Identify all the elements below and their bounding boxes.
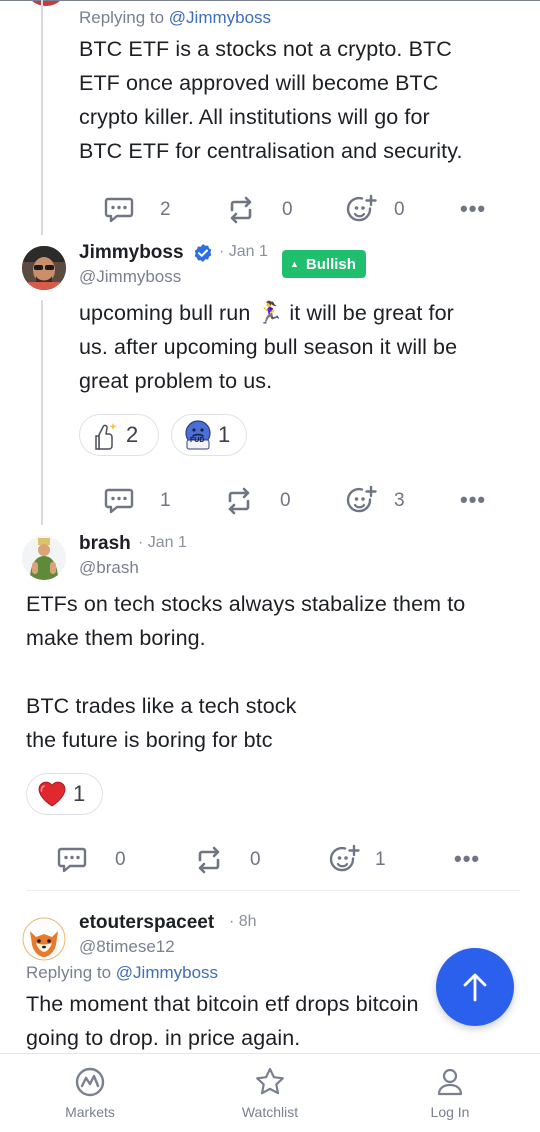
reaction-count: 3	[394, 490, 405, 511]
nav-login[interactable]: Log In	[360, 1054, 540, 1132]
repost-count: 0	[280, 490, 291, 511]
user-handle: @8timese12	[79, 937, 175, 956]
user-icon	[437, 1068, 463, 1096]
fud-label: FUD	[190, 437, 205, 444]
nav-markets[interactable]: Markets	[0, 1054, 180, 1132]
reaction-count: 1	[73, 781, 86, 806]
comment-icon	[104, 197, 134, 223]
divider	[26, 890, 520, 891]
avatar-image	[22, 917, 66, 961]
reaction-fud[interactable]: FUD 1	[171, 414, 247, 456]
bottom-nav: Markets Watchlist Log In	[0, 1053, 540, 1132]
avatar[interactable]	[22, 917, 66, 961]
verified-icon	[193, 243, 213, 268]
nav-label: Markets	[65, 1104, 115, 1120]
comment-button[interactable]: 1	[104, 487, 171, 515]
more-options-button[interactable]: •••	[460, 487, 486, 513]
avatar[interactable]	[22, 536, 66, 580]
repost-icon	[228, 487, 250, 515]
react-button[interactable]: 0	[346, 194, 405, 226]
more-options-button[interactable]: •••	[460, 196, 486, 222]
reaction-count: 2	[126, 422, 139, 447]
nav-label: Log In	[430, 1104, 470, 1120]
comment-icon	[57, 847, 87, 873]
comment-icon	[104, 488, 134, 514]
react-button[interactable]: 1	[329, 844, 386, 876]
avatar-image	[22, 246, 66, 290]
avatar[interactable]	[22, 246, 66, 290]
reaction-count: 1	[375, 849, 386, 870]
nav-watchlist[interactable]: Watchlist	[180, 1054, 360, 1132]
repost-icon	[230, 196, 252, 224]
user-handle: @brash	[79, 558, 139, 577]
markets-logo-icon	[75, 1067, 105, 1097]
post-body: BTC ETF is a stocks not a crypto. BTC ET…	[79, 37, 463, 163]
heart-icon	[38, 781, 66, 807]
repost-button[interactable]: 0	[226, 196, 293, 224]
arrow-up-icon	[463, 973, 487, 1002]
comment-button[interactable]: 0	[57, 846, 126, 874]
comment-count: 1	[160, 490, 171, 511]
mention-link[interactable]: @Jimmyboss	[116, 963, 218, 982]
post-body: upcoming bull run 🏃‍♀️ it will be great …	[79, 301, 458, 393]
bullish-badge: ▲ Bullish	[282, 250, 366, 278]
reaction-heart[interactable]: 1	[26, 773, 103, 815]
scroll-to-top-button[interactable]	[436, 948, 514, 1026]
comment-count: 2	[160, 199, 171, 220]
star-icon	[256, 1067, 284, 1095]
replying-to: Replying to @Jimmyboss	[26, 963, 219, 982]
post-body: ETFs on tech stocks always stabalize the…	[26, 592, 466, 752]
fud-icon	[185, 420, 211, 450]
add-reaction-icon	[346, 194, 377, 222]
replying-to: Replying to @Jimmyboss	[79, 8, 272, 27]
repost-count: 0	[282, 199, 293, 220]
add-reaction-icon	[329, 844, 360, 872]
repost-icon	[198, 846, 220, 874]
reaction-thumbs-up[interactable]: 2	[79, 414, 159, 456]
react-button[interactable]: 3	[346, 485, 405, 517]
top-edge	[0, 0, 540, 1]
username[interactable]: etouterspaceet	[79, 912, 214, 934]
reaction-count: 0	[394, 199, 405, 220]
mention-link[interactable]: @Jimmyboss	[169, 8, 271, 27]
username[interactable]: brash	[79, 533, 131, 555]
add-reaction-icon	[346, 485, 377, 513]
repost-button[interactable]: 0	[224, 487, 291, 515]
repost-count: 0	[250, 849, 261, 870]
post-date: · 8h	[229, 913, 257, 930]
comment-count: 0	[115, 849, 126, 870]
post-date: · Jan 1	[219, 243, 268, 260]
thumbs-up-icon	[95, 423, 117, 450]
comment-button[interactable]: 2	[104, 196, 171, 224]
thread-line	[41, 300, 43, 525]
repost-button[interactable]: 0	[194, 846, 261, 874]
nav-label: Watchlist	[241, 1104, 299, 1120]
avatar-image	[22, 536, 66, 580]
thread-line	[41, 0, 43, 235]
user-handle: @Jimmyboss	[79, 267, 182, 286]
reaction-count: 1	[218, 422, 231, 447]
caret-up-icon: ▲	[290, 259, 299, 269]
post-date: · Jan 1	[138, 534, 187, 551]
username[interactable]: Jimmyboss	[79, 242, 184, 264]
more-options-button[interactable]: •••	[454, 846, 480, 872]
